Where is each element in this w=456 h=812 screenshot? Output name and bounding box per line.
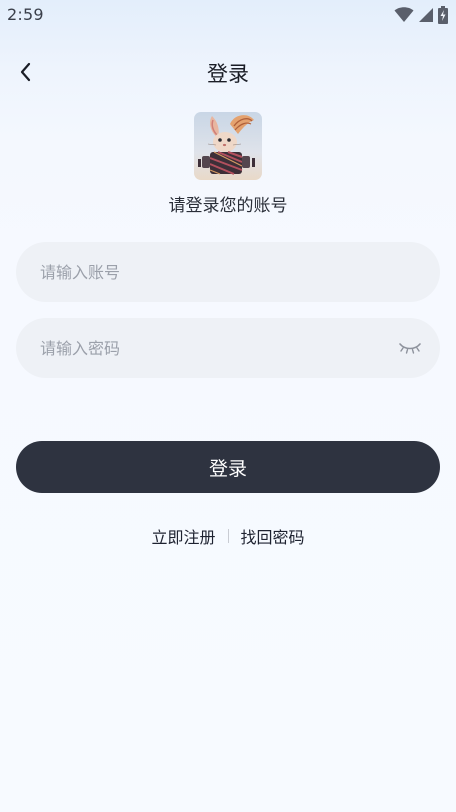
cellular-signal-icon [419, 8, 433, 22]
auth-links: 立即注册 找回密码 [0, 524, 456, 548]
status-bar: 2:59 [0, 0, 456, 32]
rabbit-robot-avatar [194, 112, 262, 180]
status-icons [394, 6, 448, 24]
password-field [16, 318, 440, 378]
wifi-icon [394, 7, 414, 22]
recover-password-link[interactable]: 找回密码 [241, 524, 305, 548]
links-divider [227, 529, 229, 543]
register-link[interactable]: 立即注册 [151, 524, 215, 548]
login-subtitle: 请登录您的账号 [168, 196, 288, 216]
nav-bar: 登录 [0, 48, 456, 96]
avatar [194, 112, 262, 180]
login-button[interactable]: 登录 [16, 441, 440, 493]
account-field [16, 242, 440, 302]
password-input[interactable] [40, 318, 380, 378]
toggle-password-visibility-button[interactable] [396, 336, 424, 360]
battery-charging-icon [438, 6, 448, 24]
eye-closed-icon [399, 343, 421, 354]
page-title: 登录 [207, 62, 249, 86]
status-time: 2:59 [7, 5, 44, 24]
account-input[interactable] [40, 242, 380, 302]
